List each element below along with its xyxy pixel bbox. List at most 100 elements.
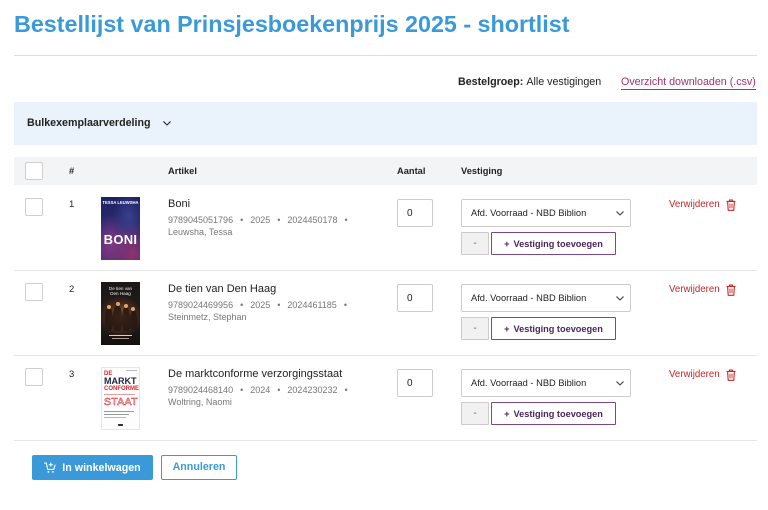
meta-separator: • — [344, 385, 348, 395]
article-code: 2024230232 — [287, 385, 338, 395]
article-meta: 9789024469956 • 2025 • 2024461185 • — [168, 300, 354, 310]
cover-text-line — [104, 417, 126, 418]
add-location-label: Vestiging toevoegen — [513, 323, 603, 334]
order-group: Bestelgroep: Alle vestigingen — [458, 75, 601, 89]
page-title: Bestellijst van Prinsjesboekenprijs 2025… — [14, 11, 570, 37]
article-title: De tien van Den Haag — [168, 283, 277, 295]
trash-icon[interactable] — [726, 284, 736, 296]
article-title: De marktconforme verzorgingsstaat — [168, 368, 343, 380]
chevron-down-icon — [163, 121, 171, 126]
cover-title-text: MARKT — [104, 376, 137, 386]
order-group-value: Alle vestigingen — [526, 76, 602, 88]
cover-text-line — [104, 414, 129, 415]
table-header: # Artikel Aantal Vestiging — [14, 157, 757, 185]
article-year: 2025 — [250, 300, 271, 310]
remove-item-link[interactable]: Verwijderen — [669, 368, 720, 382]
article-title: Boni — [168, 198, 191, 210]
bulk-distribution-toggle[interactable]: Bulkexemplaarverdeling — [14, 102, 757, 145]
article-meta: 9789024468140 • 2024 • 2024230232 • — [168, 385, 355, 395]
order-group-label: Bestelgroep: — [458, 76, 524, 88]
row-select-checkbox[interactable] — [25, 283, 43, 301]
cover-title-text: CONFORME — [104, 386, 139, 392]
article-year: 2024 — [250, 385, 271, 395]
row-select-checkbox[interactable] — [25, 368, 43, 386]
meta-separator: • — [277, 215, 281, 225]
chevron-down-icon — [616, 381, 624, 386]
add-location-button[interactable]: + Vestiging toevoegen — [491, 232, 616, 255]
cover-figure — [122, 307, 130, 331]
location-select-value: Afd. Voorraad - NBD Biblion — [471, 378, 587, 388]
meta-separator: • — [240, 215, 244, 225]
cover-figure — [130, 310, 137, 330]
row-select-checkbox[interactable] — [25, 198, 43, 216]
row-number: 2 — [69, 284, 75, 295]
location-select[interactable]: Afd. Voorraad - NBD Biblion — [461, 284, 631, 312]
table-row: 2 De tien van Den Haag De tien van Den H… — [14, 271, 757, 356]
location-select-value: Afd. Voorraad - NBD Biblion — [471, 293, 587, 303]
add-to-cart-button[interactable]: In winkelwagen — [32, 455, 153, 480]
bulk-distribution-label: Bulkexemplaarverdeling — [27, 117, 151, 129]
title-divider — [14, 55, 757, 56]
meta-separator: • — [240, 300, 244, 310]
meta-separator: • — [343, 300, 347, 310]
cover-text-line — [109, 335, 132, 336]
page: Bestellijst van Prinsjesboekenprijs 2025… — [0, 0, 768, 510]
remove-location-button[interactable]: - — [461, 317, 489, 340]
publisher-logo — [118, 424, 123, 426]
cover-figure — [131, 307, 135, 311]
cover-figure — [105, 308, 113, 330]
remove-item-link[interactable]: Verwijderen — [669, 198, 720, 212]
trash-icon[interactable] — [726, 369, 736, 381]
article-code: 2024450178 — [287, 215, 338, 225]
article-author: Woltring, Naomi — [168, 397, 232, 407]
table-row: 1 TESSA LEUWSHA BONI Boni 9789045051796 •… — [14, 186, 757, 271]
quantity-input[interactable] — [397, 369, 433, 397]
cover-figure — [124, 304, 128, 308]
article-author: Steinmetz, Stephan — [168, 312, 247, 322]
add-location-label: Vestiging toevoegen — [513, 408, 603, 419]
column-header-quantity: Aantal — [397, 166, 426, 176]
cover-text-line — [112, 338, 129, 339]
book-cover-image: TESSA LEUWSHA BONI — [101, 197, 140, 260]
article-author: Leuwsha, Tessa — [168, 227, 233, 237]
location-select-value: Afd. Voorraad - NBD Biblion — [471, 208, 587, 218]
remove-location-button[interactable]: - — [461, 232, 489, 255]
table-row: 3 DE MARKT CONFORME STAAT De marktconfor… — [14, 356, 757, 441]
column-header-number: # — [69, 166, 75, 176]
article-meta: 9789045051796 • 2025 • 2024450178 • — [168, 215, 355, 225]
remove-item-link[interactable]: Verwijderen — [669, 283, 720, 297]
cover-text-line — [126, 370, 137, 371]
column-header-location: Vestiging — [461, 166, 503, 176]
chevron-down-icon — [616, 296, 624, 301]
cart-plus-icon — [44, 462, 56, 473]
chevron-down-icon — [616, 211, 624, 216]
trash-icon[interactable] — [726, 199, 736, 211]
meta-separator: • — [240, 385, 244, 395]
cover-author-text: TESSA LEUWSHA — [102, 200, 139, 205]
select-all-checkbox[interactable] — [25, 162, 43, 180]
cover-title-text: Den Haag — [110, 291, 131, 296]
location-select[interactable]: Afd. Voorraad - NBD Biblion — [461, 369, 631, 397]
add-location-button[interactable]: + Vestiging toevoegen — [491, 402, 616, 425]
cancel-button[interactable]: Annuleren — [161, 455, 237, 480]
quantity-input[interactable] — [397, 199, 433, 227]
meta-separator: • — [344, 215, 348, 225]
meta-separator: • — [277, 385, 281, 395]
cover-figure — [113, 305, 122, 331]
plus-icon: + — [504, 323, 510, 334]
meta-separator: • — [277, 300, 281, 310]
download-overview-link[interactable]: Overzicht downloaden (.csv) — [621, 75, 756, 90]
cover-figure — [107, 305, 111, 309]
add-location-label: Vestiging toevoegen — [513, 238, 603, 249]
cover-title-text: STAAT — [104, 396, 138, 408]
plus-icon: + — [504, 408, 510, 419]
row-number: 3 — [69, 369, 75, 380]
remove-location-button[interactable]: - — [461, 402, 489, 425]
plus-icon: + — [504, 238, 510, 249]
quantity-input[interactable] — [397, 284, 433, 312]
article-isbn: 9789045051796 — [168, 215, 234, 225]
article-year: 2025 — [250, 215, 271, 225]
location-select[interactable]: Afd. Voorraad - NBD Biblion — [461, 199, 631, 227]
column-header-article: Artikel — [168, 166, 197, 176]
add-location-button[interactable]: + Vestiging toevoegen — [491, 317, 616, 340]
